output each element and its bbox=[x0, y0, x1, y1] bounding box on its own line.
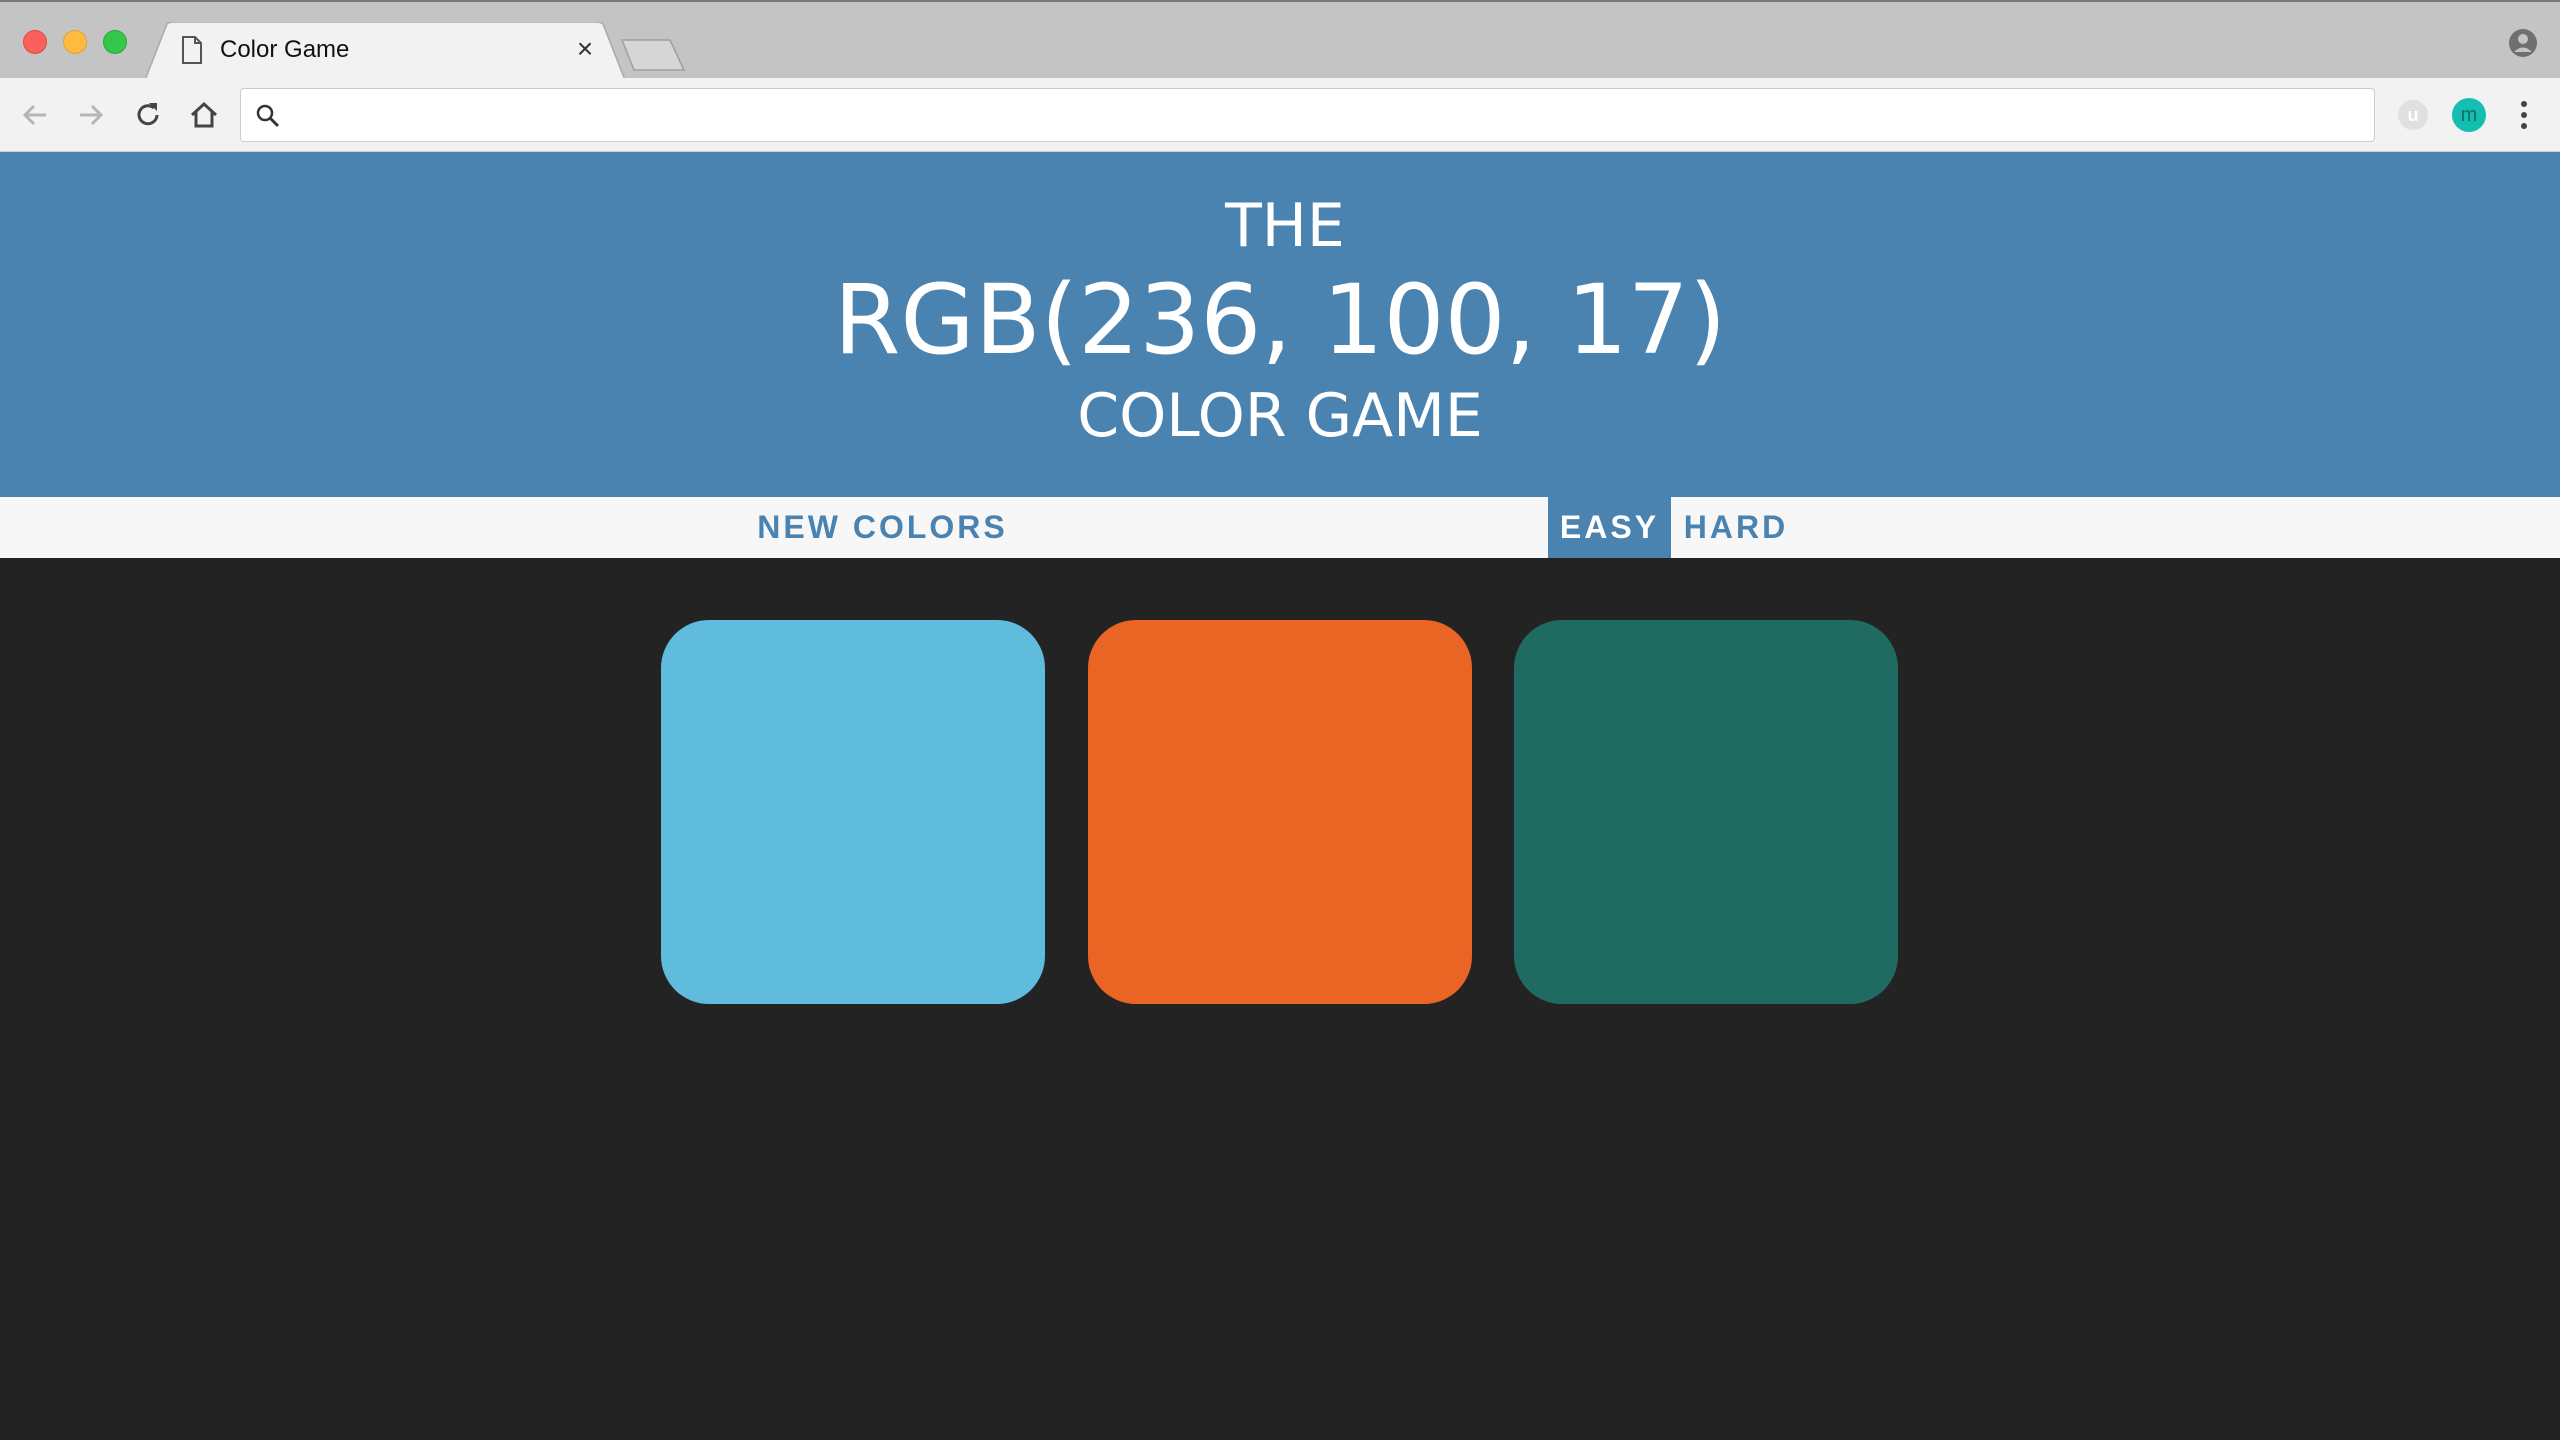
message-text bbox=[1100, 497, 1500, 558]
maximize-window-button[interactable] bbox=[103, 30, 127, 54]
tab-title: Color Game bbox=[220, 36, 350, 63]
hard-mode-button[interactable]: HARD bbox=[1671, 497, 1801, 558]
new-tab-button[interactable] bbox=[620, 38, 690, 72]
reload-icon[interactable] bbox=[130, 97, 166, 133]
menu-icon[interactable] bbox=[2512, 98, 2536, 132]
control-stripe: NEW COLORS EASY HARD bbox=[0, 497, 2560, 558]
back-icon[interactable] bbox=[18, 97, 54, 133]
extension-icon-m[interactable]: m bbox=[2452, 98, 2486, 132]
rgb-display: RGB(236, 100, 17) bbox=[833, 264, 1727, 376]
document-icon bbox=[182, 36, 202, 64]
minimize-window-button[interactable] bbox=[63, 30, 87, 54]
home-icon[interactable] bbox=[186, 97, 222, 133]
extension-icon-u[interactable]: u bbox=[2398, 100, 2428, 130]
header-the: THE bbox=[1225, 191, 1345, 261]
color-square[interactable] bbox=[1514, 620, 1898, 1004]
new-colors-button[interactable]: NEW COLORS bbox=[745, 497, 1020, 558]
profile-icon[interactable] bbox=[2508, 28, 2538, 58]
address-input[interactable] bbox=[293, 97, 2353, 133]
color-square[interactable] bbox=[661, 620, 1045, 1004]
forward-icon[interactable] bbox=[72, 97, 108, 133]
game-header: THE RGB(236, 100, 17) COLOR GAME bbox=[0, 152, 2560, 497]
tab-close-icon[interactable]: × bbox=[570, 34, 600, 64]
tab-strip: Color Game × bbox=[0, 0, 2560, 80]
tab-background bbox=[145, 22, 625, 80]
easy-mode-button[interactable]: EASY bbox=[1548, 497, 1671, 558]
header-color-game: COLOR GAME bbox=[1077, 381, 1483, 451]
address-bar[interactable] bbox=[240, 88, 2375, 142]
color-square[interactable] bbox=[1088, 620, 1472, 1004]
browser-toolbar: u m bbox=[0, 78, 2560, 152]
close-window-button[interactable] bbox=[23, 30, 47, 54]
browser-chrome: Color Game × u m bbox=[0, 0, 2560, 152]
search-icon bbox=[256, 104, 280, 128]
browser-tab[interactable]: Color Game × bbox=[145, 22, 625, 80]
page-content: THE RGB(236, 100, 17) COLOR GAME NEW COL… bbox=[0, 152, 2560, 1440]
